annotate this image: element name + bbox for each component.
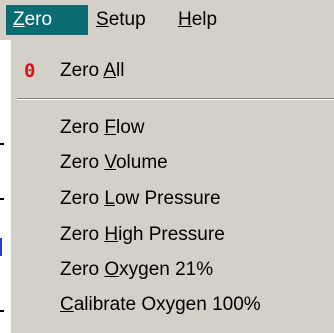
label-prefix: Zero bbox=[60, 259, 105, 280]
label-suffix: alibrate Oxygen 100% bbox=[73, 294, 261, 315]
label-accel: L bbox=[104, 188, 115, 209]
label-accel: F bbox=[104, 117, 116, 138]
label-accel: O bbox=[104, 259, 120, 280]
menu-zero-accel: Z bbox=[13, 9, 25, 30]
label-prefix: Zero bbox=[60, 188, 105, 209]
label-prefix: Zero bbox=[60, 224, 105, 245]
zero-dropdown-menu: 0 Zero All Zero Flow Zero Volume Zero Lo… bbox=[10, 40, 334, 333]
menu-item-zero-low-pressure[interactable]: Zero Low Pressure bbox=[11, 182, 334, 216]
menu-setup-accel: S bbox=[96, 9, 109, 30]
label-suffix: low bbox=[115, 117, 145, 138]
menu-zero-rest: ero bbox=[24, 9, 53, 30]
label-prefix: Zero bbox=[60, 152, 105, 173]
label-suffix: igh Pressure bbox=[118, 224, 225, 245]
label-prefix: Zero bbox=[60, 117, 105, 138]
label-suffix: olume bbox=[115, 152, 168, 173]
menu-item-label: Zero Oxygen 21% bbox=[60, 253, 213, 287]
menu-item-label: Zero All bbox=[60, 54, 124, 88]
menu-item-calibrate-oxygen-100[interactable]: Calibrate Oxygen 100% bbox=[11, 288, 334, 322]
menu-item-label: Zero Low Pressure bbox=[60, 182, 221, 216]
background-window-edge bbox=[0, 40, 10, 333]
menu-help-rest: elp bbox=[191, 9, 218, 30]
menu-separator bbox=[17, 98, 334, 100]
menu-item-label: Zero Flow bbox=[60, 111, 144, 145]
menu-zero[interactable]: Zero bbox=[6, 5, 88, 35]
menu-item-label: Zero Volume bbox=[60, 146, 168, 180]
background-tick bbox=[0, 310, 4, 312]
menu-item-label: Zero High Pressure bbox=[60, 218, 225, 252]
background-marker bbox=[0, 238, 2, 256]
menu-item-zero-flow[interactable]: Zero Flow bbox=[11, 111, 334, 145]
menu-item-zero-all[interactable]: 0 Zero All bbox=[11, 54, 334, 88]
menu-bar: Zero Setup Help bbox=[0, 0, 334, 40]
label-prefix: Zero bbox=[60, 60, 104, 81]
menu-help[interactable]: Help bbox=[178, 5, 217, 35]
label-accel: A bbox=[103, 60, 116, 81]
background-tick bbox=[0, 198, 4, 200]
zero-icon: 0 bbox=[24, 60, 36, 82]
label-accel: V bbox=[104, 152, 116, 173]
menu-item-zero-oxygen-21[interactable]: Zero Oxygen 21% bbox=[11, 253, 334, 287]
label-accel: C bbox=[60, 294, 74, 315]
menu-item-zero-high-pressure[interactable]: Zero High Pressure bbox=[11, 218, 334, 252]
menu-setup-rest: etup bbox=[108, 9, 146, 30]
label-suffix: ll bbox=[116, 60, 125, 81]
background-tick bbox=[0, 143, 4, 145]
menu-item-zero-volume[interactable]: Zero Volume bbox=[11, 146, 334, 180]
menu-setup[interactable]: Setup bbox=[96, 5, 146, 35]
menu-help-accel: H bbox=[178, 9, 192, 30]
label-suffix: ow Pressure bbox=[114, 188, 221, 209]
label-suffix: xygen 21% bbox=[119, 259, 214, 280]
label-accel: H bbox=[104, 224, 119, 245]
menu-item-label: Calibrate Oxygen 100% bbox=[60, 288, 261, 322]
